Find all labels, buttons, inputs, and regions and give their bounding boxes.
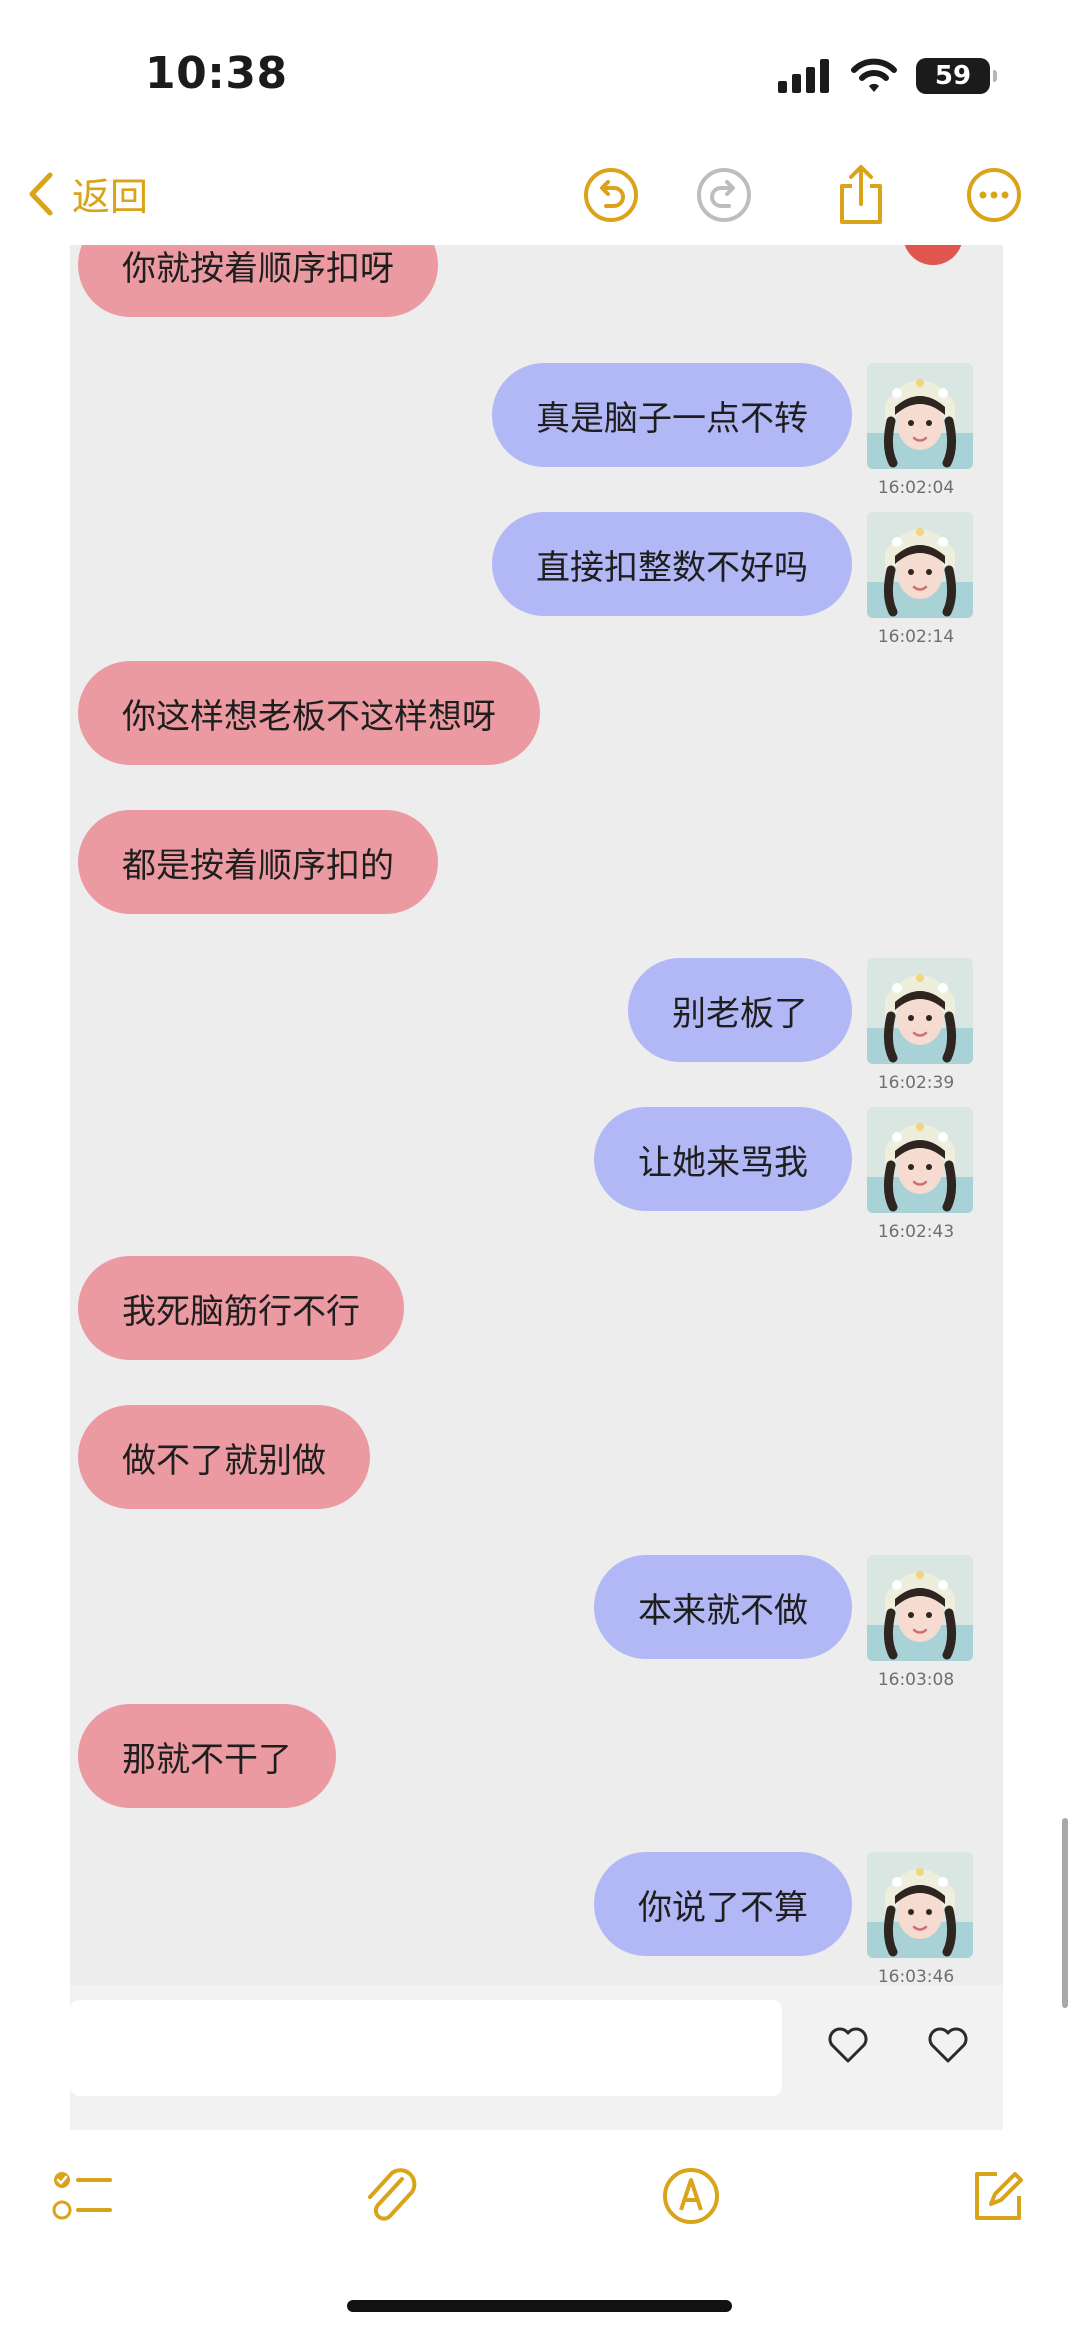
avatar [867, 512, 973, 618]
avatar-image [867, 1107, 973, 1213]
avatar-image [867, 1852, 973, 1958]
share-icon [840, 165, 882, 224]
bottom-toolbar [0, 2130, 1080, 2347]
undo-icon [584, 168, 638, 222]
back-label: 返回 [72, 175, 149, 219]
scrollbar[interactable] [1062, 1818, 1068, 2008]
message-bubble: 都是按着顺序扣的 [78, 810, 438, 914]
message-bubble: 你这样想老板不这样想呀 [78, 661, 540, 765]
avatar-image [867, 512, 973, 618]
heart-icon [828, 2027, 868, 2063]
message-bubble: 直接扣整数不好吗 [492, 512, 852, 616]
avatar-image [867, 958, 973, 1064]
message-bubble: 你说了不算 [594, 1852, 852, 1956]
status-bar: 10:38 59 [0, 0, 1080, 150]
message-bubble: 你就按着顺序扣呀 [78, 245, 438, 317]
heart-icon [928, 2027, 968, 2063]
status-time: 10:38 [145, 48, 288, 99]
attachment-button[interactable] [360, 2165, 422, 2227]
home-indicator [347, 2300, 732, 2312]
markup-button[interactable] [660, 2165, 722, 2227]
message-timestamp: 16:02:39 [877, 1073, 955, 1093]
avatar-image [867, 363, 973, 469]
message-timestamp: 16:02:43 [877, 1222, 955, 1242]
compose-button[interactable] [966, 2165, 1028, 2227]
checklist-icon [52, 2172, 112, 2220]
compose-icon [975, 2172, 1023, 2220]
cellular-signal-icon [778, 59, 829, 93]
wifi-icon [851, 58, 897, 92]
red-badge [903, 245, 963, 265]
message-bubble: 别老板了 [628, 958, 852, 1062]
message-bubble: 本来就不做 [594, 1555, 852, 1659]
notes-top-bar [0, 150, 1080, 245]
message-timestamp: 16:03:46 [877, 1967, 955, 1985]
avatar [867, 1852, 973, 1958]
chevron-left-icon [29, 172, 53, 215]
chat-input-box [70, 2000, 782, 2096]
status-icons: 59 [778, 58, 997, 94]
back-button[interactable]: 返回 [28, 166, 148, 221]
redo-icon [697, 168, 751, 222]
message-timestamp: 16:02:04 [877, 478, 955, 498]
message-bubble: 那就不干了 [78, 1704, 336, 1808]
avatar [867, 363, 973, 469]
message-timestamp: 16:03:08 [877, 1670, 955, 1690]
message-bubble: 让她来骂我 [594, 1107, 852, 1211]
message-timestamp: 16:02:14 [877, 627, 955, 647]
chat-screenshot: 你就按着顺序扣呀 真是脑子一点不转 16:02:04 直接扣整数不好吗 16:0… [70, 245, 1003, 1985]
chat-input-bar [70, 1985, 1003, 2130]
more-button[interactable] [963, 164, 1025, 226]
share-button[interactable] [830, 164, 892, 226]
more-icon [967, 168, 1021, 222]
markup-icon [663, 2168, 719, 2224]
message-bubble: 做不了就别做 [78, 1405, 370, 1509]
redo-button[interactable] [693, 164, 755, 226]
message-bubble: 我死脑筋行不行 [78, 1256, 404, 1360]
attachment-icon [368, 2168, 417, 2221]
message-bubble: 真是脑子一点不转 [492, 363, 852, 467]
avatar [867, 958, 973, 1064]
checklist-button[interactable] [52, 2165, 114, 2227]
undo-button[interactable] [580, 164, 642, 226]
avatar-image [867, 1555, 973, 1661]
battery-icon: 59 [916, 58, 997, 94]
avatar [867, 1107, 973, 1213]
avatar [867, 1555, 973, 1661]
